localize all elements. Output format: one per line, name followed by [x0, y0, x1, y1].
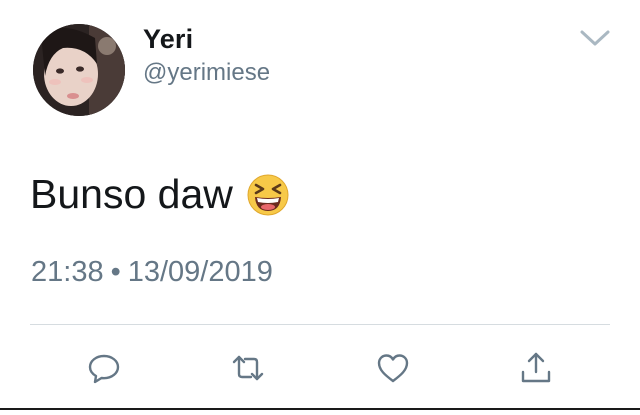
tweet-text: Bunso daw — [30, 171, 289, 218]
like-button[interactable] — [375, 350, 411, 386]
tweet-timestamp[interactable]: 21:38 • 13/09/2019 — [31, 256, 273, 289]
tweet-date: 13/09/2019 — [127, 256, 273, 288]
grinning-squinting-face-emoji — [247, 174, 289, 216]
reply-button[interactable] — [86, 350, 122, 386]
tweet-body: Bunso daw — [30, 171, 233, 217]
reply-bubble-icon — [86, 350, 122, 386]
timestamp-separator: • — [110, 256, 121, 288]
tweet-card: Yeri @yerimiese Bunso daw 21:38 • 13/09/20… — [0, 0, 640, 415]
heart-icon — [375, 350, 411, 386]
share-upload-icon — [518, 350, 554, 386]
tweet-time: 21:38 — [31, 256, 104, 288]
avatar[interactable] — [33, 24, 125, 116]
share-button[interactable] — [518, 350, 554, 386]
bottom-border — [0, 408, 640, 410]
user-handle[interactable]: @yerimiese — [143, 59, 270, 87]
display-name[interactable]: Yeri — [143, 24, 193, 55]
chevron-down-icon[interactable] — [578, 26, 612, 50]
retweet-button[interactable] — [230, 350, 266, 386]
retweet-icon — [230, 350, 266, 386]
divider — [30, 324, 610, 325]
